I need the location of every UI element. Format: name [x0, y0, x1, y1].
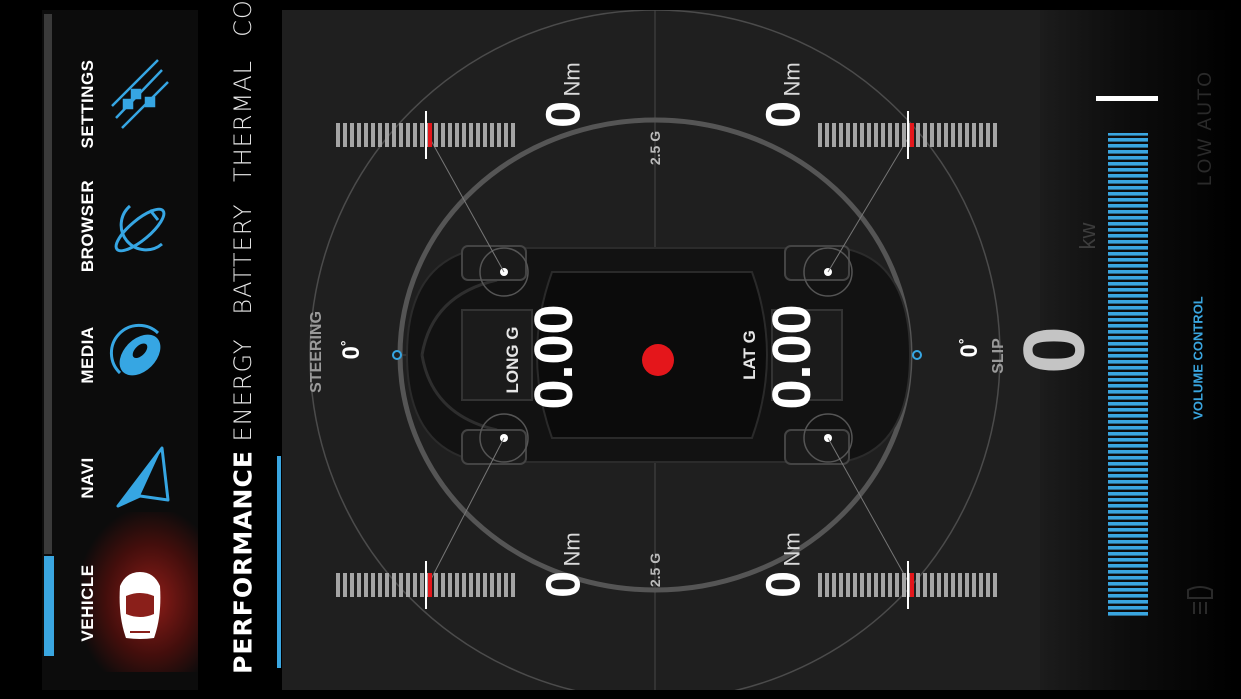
nav-inactive-track: [44, 14, 52, 554]
dashboard-screen: VEHICLE NAVI MEDIA BROWSER SETTINGS PERF…: [0, 0, 1241, 699]
torque-rear-left: 0 Nm: [537, 62, 592, 127]
tab-thermal[interactable]: THERMAL: [229, 60, 257, 182]
navigation-arrow-icon[interactable]: [116, 446, 170, 508]
nav-item-vehicle[interactable]: VEHICLE: [78, 564, 98, 641]
long-g-label: LONG G: [503, 326, 522, 394]
steering-unit: °: [338, 340, 354, 347]
torque-front-right-unit: Nm: [779, 532, 805, 567]
slip-value: 0: [956, 344, 983, 358]
torque-front-right-value: 0: [757, 570, 811, 598]
tab-battery[interactable]: BATTERY: [229, 203, 257, 314]
g-ring-label-top: 2.5 G: [647, 130, 663, 166]
media-disc-icon[interactable]: [109, 323, 168, 383]
volume-handle[interactable]: [1096, 96, 1158, 101]
torque-front-left-unit: Nm: [559, 532, 585, 567]
tab-active-underline: [277, 456, 281, 668]
nav-active-indicator: [44, 556, 54, 656]
torque-front-left-value: 0: [537, 570, 591, 598]
torque-rear-right-unit: Nm: [779, 62, 805, 97]
torque-rear-left-value: 0: [537, 100, 591, 128]
lat-g-label: LAT G: [740, 330, 759, 380]
g-ring-label-bottom: 2.5 G: [647, 552, 663, 588]
slip-readout: 0°: [956, 339, 984, 358]
torque-front-right: 0 Nm: [757, 532, 812, 597]
volume-bar[interactable]: [1090, 90, 1170, 630]
steering-value: 0: [338, 346, 365, 360]
sliders-icon[interactable]: [111, 59, 169, 129]
torque-bar-rear-right: [818, 111, 998, 159]
tab-performance[interactable]: PERFORMANCE: [229, 450, 258, 674]
mode-options[interactable]: LOW AUTO: [1195, 70, 1217, 186]
torque-rear-right-value: 0: [757, 100, 811, 128]
lat-g-value: 0.00: [762, 304, 822, 410]
torque-front-left: 0 Nm: [537, 532, 592, 597]
fan-icon[interactable]: [1180, 580, 1220, 630]
steering-label: STEERING: [308, 311, 325, 393]
torque-rear-right: 0 Nm: [757, 62, 812, 127]
car-icon[interactable]: [119, 572, 161, 639]
torque-bar-front-left: [336, 561, 516, 609]
torque-rear-left-unit: Nm: [559, 62, 585, 97]
tab-energy[interactable]: ENERGY: [229, 338, 257, 441]
steering-readout: 0°: [338, 341, 366, 360]
torque-bar-front-right: [818, 561, 998, 609]
steering-indicator-dot: [392, 350, 402, 360]
nav-item-settings[interactable]: SETTINGS: [78, 59, 98, 148]
g-force-dot: [642, 344, 674, 376]
globe-orbit-icon[interactable]: [111, 203, 170, 257]
nav-item-media[interactable]: MEDIA: [78, 326, 98, 383]
volume-control-label: VOLUME CONTROL: [1190, 296, 1206, 420]
long-g-value: 0.00: [524, 304, 584, 410]
torque-bar-rear-left: [336, 111, 516, 159]
nav-item-browser[interactable]: BROWSER: [78, 180, 98, 272]
nav-icons: [109, 59, 170, 639]
volume-level-fill: [1108, 133, 1148, 618]
slip-unit: °: [956, 338, 972, 345]
slip-indicator-dot: [912, 350, 922, 360]
tab-co-partial[interactable]: CO: [229, 0, 257, 37]
nav-item-navi[interactable]: NAVI: [78, 457, 98, 498]
